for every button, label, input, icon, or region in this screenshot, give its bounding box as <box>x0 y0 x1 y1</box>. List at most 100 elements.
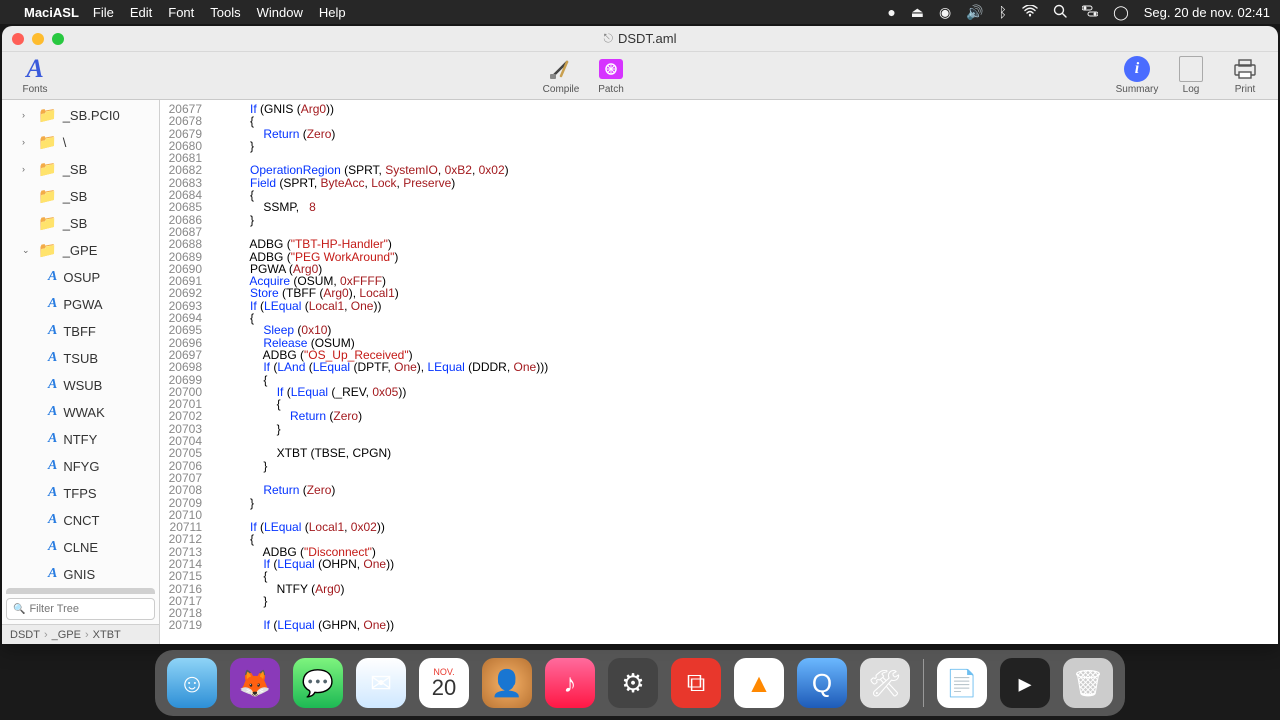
tree-folder-_SB[interactable]: ›📁_SB <box>6 156 155 182</box>
dock-app-2[interactable]: 💬 <box>293 658 343 708</box>
gear-box-icon[interactable]: ◉ <box>939 4 951 21</box>
menu-font[interactable]: Font <box>168 5 194 20</box>
method-icon: A <box>48 512 57 528</box>
dock-app-7[interactable]: ⚙ <box>608 658 658 708</box>
tree-label: CLNE <box>63 540 98 555</box>
dock-app-10[interactable]: Q <box>797 658 847 708</box>
breadcrumb-item[interactable]: XTBT <box>93 629 121 641</box>
breadcrumb-item[interactable]: _GPE <box>52 629 81 641</box>
record-icon[interactable]: ● <box>887 4 895 20</box>
menu-help[interactable]: Help <box>319 5 346 20</box>
print-button[interactable]: Print <box>1222 56 1268 95</box>
tree-item-WWAK[interactable]: A WWAK <box>6 399 155 425</box>
app-name[interactable]: MaciASL <box>24 5 79 20</box>
dock-app-0[interactable]: ☺ <box>167 658 217 708</box>
method-icon: A <box>48 350 57 366</box>
breadcrumb[interactable]: DSDT›_GPE›XTBT <box>2 624 159 644</box>
bluetooth-icon[interactable]: ᛒ <box>999 4 1007 20</box>
dock-app-12[interactable]: 📄 <box>937 658 987 708</box>
close-button[interactable] <box>12 33 24 45</box>
tree-item-NTFY[interactable]: ANTFY <box>6 426 155 452</box>
method-icon: A <box>48 458 57 474</box>
log-button[interactable]: Log <box>1168 56 1214 95</box>
tree-item-XTBT[interactable]: AXTBT <box>6 588 155 594</box>
filter-bar[interactable]: 🔍 <box>6 598 155 620</box>
folder-icon: 📁 <box>38 187 57 205</box>
chevron-icon[interactable]: ⌄ <box>22 245 32 256</box>
tree-item-TSUB[interactable]: ATSUB <box>6 345 155 371</box>
tree-item-CNCT[interactable]: ACNCT <box>6 507 155 533</box>
tree[interactable]: ›📁_SB.PCI0›📁\›📁_SB📁_SB📁_SB⌄📁_GPEAOSUPAPG… <box>2 100 159 594</box>
method-icon: A <box>48 566 57 582</box>
eject-icon[interactable]: ⏏ <box>911 4 924 21</box>
maximize-button[interactable] <box>52 33 64 45</box>
gutter: 2067720678206792068020681206822068320684… <box>160 100 210 644</box>
code[interactable]: If (GNIS (Arg0)) { Return (Zero) } Opera… <box>210 100 1278 644</box>
document-title: ⎋ DSDT.aml <box>603 31 676 46</box>
search-icon: 🔍 <box>13 604 25 615</box>
volume-icon[interactable]: 🔊 <box>966 4 983 21</box>
sidebar: ›📁_SB.PCI0›📁\›📁_SB📁_SB📁_SB⌄📁_GPEAOSUPAPG… <box>2 100 160 644</box>
method-icon: A <box>48 377 57 393</box>
tree-item-CLNE[interactable]: ACLNE <box>6 534 155 560</box>
tree-folder--[interactable]: › 📁 \ <box>6 129 155 155</box>
dock-app-3[interactable]: ✉ <box>356 658 406 708</box>
method-icon: A <box>48 431 57 447</box>
toolbar: A Fonts Compile Patch i Summary Log <box>2 52 1278 100</box>
tree-label: OSUP <box>63 270 100 285</box>
tree-label: GNIS <box>63 567 95 582</box>
clock[interactable]: Seg. 20 de nov. 02:41 <box>1144 5 1270 20</box>
tree-folder-_SB[interactable]: 📁_SB <box>6 183 155 209</box>
tree-folder-_SB-PCI0[interactable]: ›📁_SB.PCI0 <box>6 102 155 128</box>
dock-app-11[interactable]: 🛠 <box>860 658 910 708</box>
dock-app-4[interactable]: NOV.20 <box>419 658 469 708</box>
chevron-icon[interactable]: › <box>22 110 32 120</box>
folder-icon: 📁 <box>38 133 57 151</box>
tree-label: TBFF <box>63 324 96 339</box>
tree-item-OSUP[interactable]: AOSUP <box>6 264 155 290</box>
siri-icon[interactable]: ◯ <box>1113 4 1129 21</box>
tree-folder-_GPE[interactable]: ⌄📁_GPE <box>6 237 155 263</box>
search-icon[interactable] <box>1053 4 1067 21</box>
dock-app-8[interactable]: ⧉ <box>671 658 721 708</box>
method-icon: A <box>48 485 57 501</box>
tree-label: WSUB <box>63 378 102 393</box>
tree-label: _SB <box>63 216 88 231</box>
tree-label: \ <box>63 135 67 150</box>
fonts-button[interactable]: A Fonts <box>12 56 58 95</box>
menu-file[interactable]: File <box>93 5 114 20</box>
folder-icon: 📁 <box>38 160 57 178</box>
method-icon: A <box>48 404 57 420</box>
dock[interactable]: ☺ 🦊 💬 ✉ NOV.20 👤 ♪ ⚙ ⧉ ▲ Q 🛠 📄 ▸ 🗑 <box>155 650 1125 716</box>
tree-item-NFYG[interactable]: ANFYG <box>6 453 155 479</box>
dock-app-6[interactable]: ♪ <box>545 658 595 708</box>
dock-app-9[interactable]: ▲ <box>734 658 784 708</box>
minimize-button[interactable] <box>32 33 44 45</box>
summary-button[interactable]: i Summary <box>1114 56 1160 95</box>
tree-item-TBFF[interactable]: ATBFF <box>6 318 155 344</box>
dock-app-13[interactable]: ▸ <box>1000 658 1050 708</box>
wifi-icon[interactable] <box>1022 4 1038 20</box>
method-icon: A <box>48 296 57 312</box>
menu-edit[interactable]: Edit <box>130 5 152 20</box>
title-bar: ⎋ DSDT.aml <box>2 26 1278 52</box>
tree-item-WSUB[interactable]: A WSUB <box>6 372 155 398</box>
tree-item-GNIS[interactable]: A GNIS <box>6 561 155 587</box>
filter-input[interactable] <box>29 603 171 615</box>
chevron-icon[interactable]: › <box>22 137 32 147</box>
code-editor[interactable]: 2067720678206792068020681206822068320684… <box>160 100 1278 644</box>
menu-tools[interactable]: Tools <box>210 5 240 20</box>
breadcrumb-item[interactable]: DSDT <box>10 629 40 641</box>
tree-folder-_SB[interactable]: 📁_SB <box>6 210 155 236</box>
control-center-icon[interactable] <box>1082 4 1098 20</box>
dock-app-5[interactable]: 👤 <box>482 658 532 708</box>
tree-label: WWAK <box>63 405 104 420</box>
compile-button[interactable]: Compile <box>538 56 584 95</box>
dock-app-14[interactable]: 🗑 <box>1063 658 1113 708</box>
patch-button[interactable]: Patch <box>588 56 634 95</box>
chevron-icon[interactable]: › <box>22 164 32 174</box>
menu-window[interactable]: Window <box>257 5 303 20</box>
tree-item-TFPS[interactable]: ATFPS <box>6 480 155 506</box>
dock-app-1[interactable]: 🦊 <box>230 658 280 708</box>
tree-item-PGWA[interactable]: APGWA <box>6 291 155 317</box>
